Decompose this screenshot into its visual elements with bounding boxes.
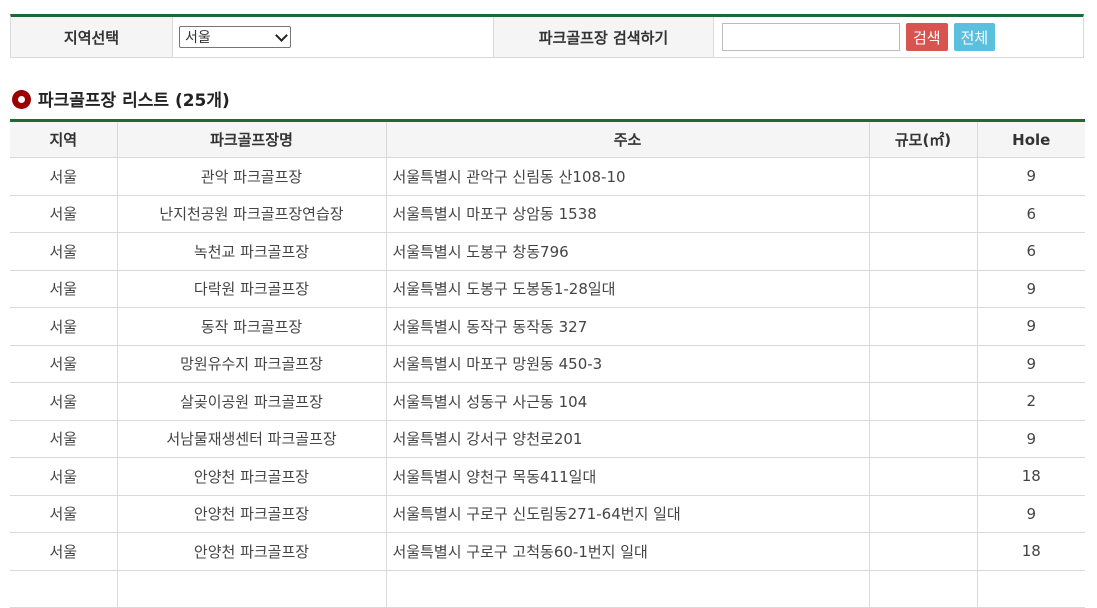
cell-hole: 9 (976, 157, 1085, 196)
col-header-region: 지역 (10, 120, 117, 158)
cell-name[interactable]: 안양천 파크골프장 (116, 495, 386, 533)
cell-address: 서울특별시 양천구 목동411일대 (385, 457, 869, 496)
cell-name[interactable]: 관악 파크골프장 (116, 157, 386, 196)
table-row[interactable]: 서울 살곶이공원 파크골프장 서울특별시 성동구 사근동 104 2 (10, 382, 1085, 421)
cell-hole: 9 (976, 307, 1085, 346)
cell-size (868, 232, 977, 271)
region-select-label: 지역선택 (11, 17, 173, 57)
search-input[interactable] (722, 23, 900, 51)
cell-name[interactable] (116, 570, 386, 608)
cell-address: 서울특별시 성동구 사근동 104 (385, 382, 869, 421)
region-select-cell: 서울 (173, 17, 494, 57)
cell-size (868, 345, 977, 383)
course-table-wrap: 지역 파크골프장명 주소 규모(㎡) Hole 서울 관악 파크골프장 서울특별시 … (10, 119, 1085, 608)
cell-name[interactable]: 안양천 파크골프장 (116, 457, 386, 496)
search-label: 파크골프장 검색하기 (494, 17, 714, 57)
cell-size (868, 307, 977, 346)
list-title: 파크골프장 리스트 (25개) (12, 86, 230, 111)
cell-size (868, 382, 977, 421)
course-table: 지역 파크골프장명 주소 규모(㎡) Hole 서울 관악 파크골프장 서울특별시 … (10, 119, 1085, 608)
cell-name[interactable]: 망원유수지 파크골프장 (116, 345, 386, 383)
cell-size (868, 495, 977, 533)
search-controls: 검색 전체 (714, 17, 1083, 57)
search-bar: 지역선택 서울 파크골프장 검색하기 검색 전체 (10, 14, 1084, 58)
table-body: 서울 관악 파크골프장 서울특별시 관악구 신림동 산108-10 9 서울 난지천공원 … (10, 157, 1085, 608)
cell-name[interactable]: 살곶이공원 파크골프장 (116, 382, 386, 421)
region-select-value: 서울 (185, 30, 211, 46)
cell-hole: 6 (976, 232, 1085, 271)
cell-address: 서울특별시 도봉구 창동796 (385, 232, 869, 271)
cell-address: 서울특별시 마포구 상암동 1538 (385, 195, 869, 233)
col-header-name: 파크골프장명 (116, 120, 386, 158)
table-row[interactable]: 서울 안양천 파크골프장 서울특별시 구로구 신도림동271-64번지 일대 9 (10, 495, 1085, 533)
cell-size (868, 457, 977, 496)
cell-region: 서울 (10, 345, 117, 383)
cell-region: 서울 (10, 457, 117, 496)
cell-hole: 9 (976, 345, 1085, 383)
cell-hole: 9 (976, 495, 1085, 533)
cell-region (10, 570, 117, 608)
cell-address (385, 570, 869, 608)
cell-hole: 9 (976, 270, 1085, 308)
table-row[interactable]: 서울 안양천 파크골프장 서울특별시 양천구 목동411일대 18 (10, 457, 1085, 496)
cell-address: 서울특별시 동작구 동작동 327 (385, 307, 869, 346)
col-header-hole: Hole (976, 120, 1085, 158)
cell-size (868, 270, 977, 308)
cell-region: 서울 (10, 532, 117, 571)
region-select[interactable]: 서울 (179, 26, 291, 48)
show-all-button[interactable]: 전체 (953, 23, 996, 51)
table-row[interactable]: 서울 관악 파크골프장 서울특별시 관악구 신림동 산108-10 9 (10, 157, 1085, 196)
cell-name[interactable]: 다락원 파크골프장 (116, 270, 386, 308)
cell-region: 서울 (10, 232, 117, 271)
table-row[interactable]: 서울 서남물재생센터 파크골프장 서울특별시 강서구 양천로201 9 (10, 420, 1085, 458)
cell-hole: 6 (976, 195, 1085, 233)
bullet-icon (12, 90, 31, 109)
cell-address: 서울특별시 구로구 고척동60-1번지 일대 (385, 532, 869, 571)
cell-size (868, 420, 977, 458)
cell-hole: 2 (976, 382, 1085, 421)
cell-address: 서울특별시 도봉구 도봉동1-28일대 (385, 270, 869, 308)
table-row[interactable]: 서울 녹천교 파크골프장 서울특별시 도봉구 창동796 6 (10, 232, 1085, 271)
search-button[interactable]: 검색 (906, 23, 948, 51)
cell-address: 서울특별시 강서구 양천로201 (385, 420, 869, 458)
list-title-text: 파크골프장 리스트 (25개) (38, 91, 230, 111)
cell-region: 서울 (10, 382, 117, 421)
cell-name[interactable]: 녹천교 파크골프장 (116, 232, 386, 271)
cell-size (868, 532, 977, 571)
table-row[interactable]: 서울 동작 파크골프장 서울특별시 동작구 동작동 327 9 (10, 307, 1085, 346)
cell-hole: 18 (976, 457, 1085, 496)
cell-size (868, 570, 977, 608)
table-header-row: 지역 파크골프장명 주소 규모(㎡) Hole (10, 120, 1085, 158)
cell-region: 서울 (10, 270, 117, 308)
table-row[interactable]: 서울 안양천 파크골프장 서울특별시 구로구 고척동60-1번지 일대 18 (10, 532, 1085, 571)
table-row[interactable]: 서울 다락원 파크골프장 서울특별시 도봉구 도봉동1-28일대 9 (10, 270, 1085, 308)
cell-region: 서울 (10, 420, 117, 458)
chevron-down-icon (275, 28, 288, 42)
cell-name[interactable]: 난지천공원 파크골프장연습장 (116, 195, 386, 233)
cell-size (868, 157, 977, 196)
table-row[interactable] (10, 570, 1085, 608)
cell-address: 서울특별시 구로구 신도림동271-64번지 일대 (385, 495, 869, 533)
cell-address: 서울특별시 마포구 망원동 450-3 (385, 345, 869, 383)
cell-region: 서울 (10, 307, 117, 346)
cell-size (868, 195, 977, 233)
cell-region: 서울 (10, 495, 117, 533)
cell-name[interactable]: 안양천 파크골프장 (116, 532, 386, 571)
table-row[interactable]: 서울 망원유수지 파크골프장 서울특별시 마포구 망원동 450-3 9 (10, 345, 1085, 383)
cell-name[interactable]: 서남물재생센터 파크골프장 (116, 420, 386, 458)
col-header-size: 규모(㎡) (868, 120, 977, 158)
cell-hole: 9 (976, 420, 1085, 458)
table-row[interactable]: 서울 난지천공원 파크골프장연습장 서울특별시 마포구 상암동 1538 6 (10, 195, 1085, 233)
cell-region: 서울 (10, 195, 117, 233)
col-header-address: 주소 (385, 120, 869, 158)
cell-hole: 18 (976, 532, 1085, 571)
cell-name[interactable]: 동작 파크골프장 (116, 307, 386, 346)
cell-hole (976, 570, 1085, 608)
cell-address: 서울특별시 관악구 신림동 산108-10 (385, 157, 869, 196)
cell-region: 서울 (10, 157, 117, 196)
